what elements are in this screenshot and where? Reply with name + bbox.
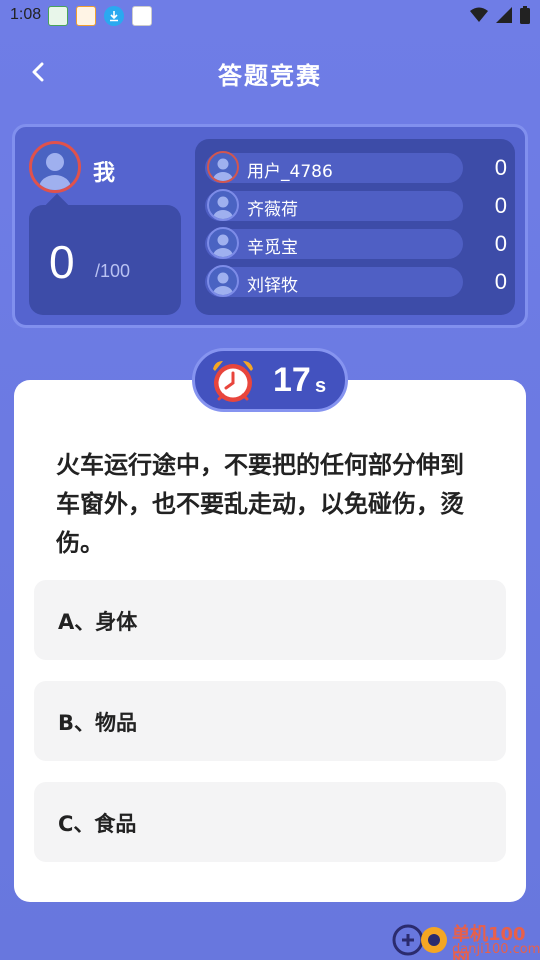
countdown-timer: 17 s bbox=[192, 348, 348, 412]
timer-value: 17 bbox=[273, 361, 311, 399]
status-bar: 1:08 bbox=[0, 0, 540, 32]
opponent-score: 0 bbox=[494, 193, 507, 218]
opponent-name: 用户_4786 bbox=[247, 162, 333, 182]
header: 答题竞赛 bbox=[0, 50, 540, 94]
opponent-score: 0 bbox=[494, 269, 507, 294]
user-avatar-icon bbox=[213, 272, 233, 295]
option-a[interactable]: A、身体 bbox=[34, 580, 506, 660]
battery-icon bbox=[520, 6, 530, 24]
opponent-pill bbox=[205, 229, 463, 259]
download-icon bbox=[104, 6, 124, 26]
opponent-name: 刘铎牧 bbox=[247, 276, 298, 296]
opponent-row: 齐薇荷 0 bbox=[195, 189, 515, 227]
opponent-avatar bbox=[207, 265, 239, 297]
timer-unit: s bbox=[315, 375, 327, 397]
opponent-pill bbox=[205, 191, 463, 221]
option-label: C、食品 bbox=[58, 812, 137, 836]
option-label: B、物品 bbox=[58, 711, 138, 735]
opponent-name: 齐薇荷 bbox=[247, 200, 298, 220]
opponent-name: 辛觅宝 bbox=[247, 238, 298, 258]
opponent-row: 用户_4786 0 bbox=[195, 151, 515, 189]
watermark-logo-icon bbox=[392, 924, 447, 956]
opponent-avatar bbox=[207, 151, 239, 183]
user-avatar-icon bbox=[39, 153, 71, 190]
my-label: 我 bbox=[93, 161, 116, 186]
wifi-icon bbox=[470, 7, 488, 22]
opponents-list: 用户_4786 0 齐薇荷 0 辛觅宝 0 刘铎牧 0 bbox=[195, 139, 515, 315]
option-c[interactable]: C、食品 bbox=[34, 782, 506, 862]
signal-icon bbox=[496, 7, 512, 23]
status-time: 1:08 bbox=[10, 6, 42, 23]
score-panel: 我 0 /100 用户_4786 0 齐薇荷 0 辛觅宝 0 刘铎牧 0 bbox=[12, 124, 528, 328]
white-app-icon bbox=[132, 6, 152, 26]
status-right bbox=[470, 6, 530, 24]
opponent-score: 0 bbox=[494, 155, 507, 180]
opponent-avatar bbox=[207, 189, 239, 221]
option-b[interactable]: B、物品 bbox=[34, 681, 506, 761]
opponent-pill bbox=[205, 153, 463, 183]
user-avatar-icon bbox=[213, 234, 233, 257]
opponent-row: 辛觅宝 0 bbox=[195, 227, 515, 265]
opponent-pill bbox=[205, 267, 463, 297]
notification-icons bbox=[48, 6, 152, 26]
my-score: 0 bbox=[49, 236, 75, 288]
opponent-avatar bbox=[207, 227, 239, 259]
my-total: /100 bbox=[95, 261, 131, 281]
alarm-clock-icon bbox=[213, 361, 253, 402]
user-avatar-icon bbox=[213, 196, 233, 219]
green-app-icon bbox=[48, 6, 68, 26]
user-avatar-icon bbox=[213, 158, 233, 181]
question-card: 火车运行途中，不要把的任何部分伸到车窗外，也不要乱走动，以免碰伤，烫伤。 A、身… bbox=[14, 380, 526, 902]
watermark: 单机100网 danji100.com bbox=[390, 918, 540, 960]
orange-app-icon bbox=[76, 6, 96, 26]
my-avatar bbox=[29, 141, 81, 193]
opponent-score: 0 bbox=[494, 231, 507, 256]
page-title: 答题竞赛 bbox=[218, 62, 322, 90]
my-score-card: 0 /100 bbox=[29, 205, 181, 315]
opponent-row: 刘铎牧 0 bbox=[195, 265, 515, 303]
option-label: A、身体 bbox=[58, 610, 138, 634]
question-text: 火车运行途中，不要把的任何部分伸到车窗外，也不要乱走动，以免碰伤，烫伤。 bbox=[56, 451, 464, 557]
watermark-url: danji100.com bbox=[452, 942, 540, 957]
